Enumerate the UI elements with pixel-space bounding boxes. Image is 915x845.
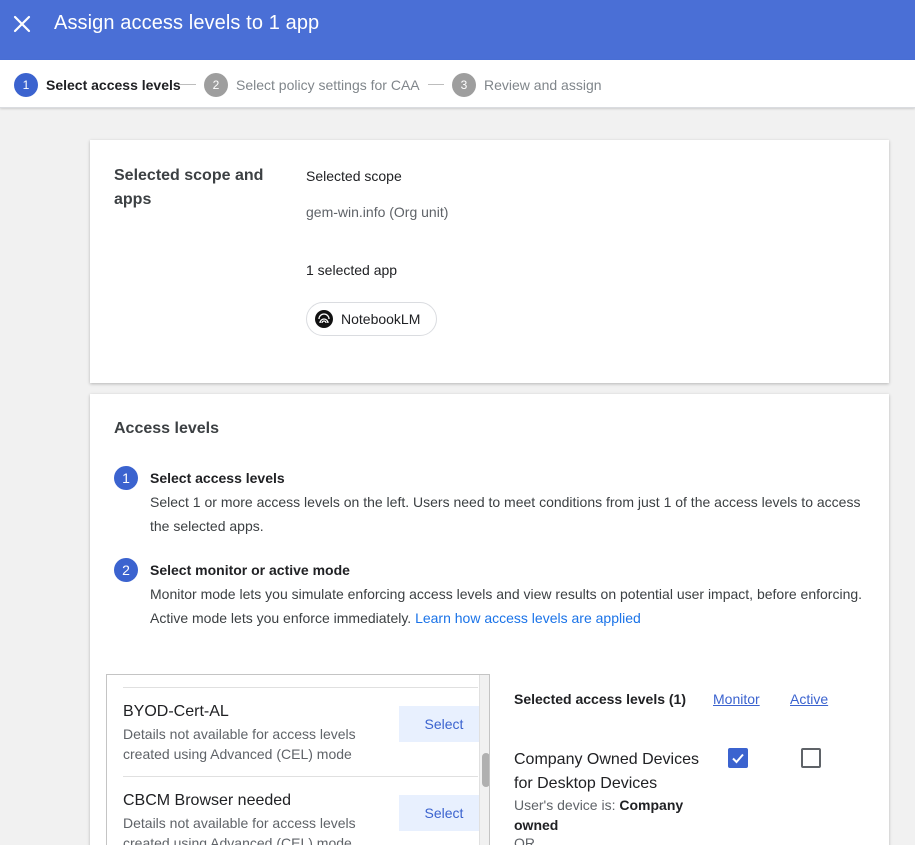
step-select-access-levels[interactable]: 1 Select access levels (14, 73, 181, 97)
selected-access-level-name: Company Owned Devices for Desktop Device… (514, 751, 699, 792)
notebooklm-icon (315, 310, 333, 328)
access-level-description: Details not available for access levels … (123, 726, 356, 762)
list-item: CBCM Browser needed Details not availabl… (123, 776, 489, 845)
instruction-number: 1 (114, 466, 138, 490)
step-select-policy-settings[interactable]: 2 Select policy settings for CAA (204, 73, 420, 97)
stepper: 1 Select access levels 2 Select policy s… (0, 60, 915, 108)
step-number: 3 (452, 73, 476, 97)
learn-more-link[interactable]: Learn how access levels are applied (415, 610, 641, 626)
monitor-column-link[interactable]: Monitor (713, 691, 760, 707)
selected-scope-value: gem-win.info (Org unit) (306, 204, 449, 220)
scrollbar-thumb[interactable] (482, 753, 489, 787)
list-scrollbar[interactable] (479, 675, 489, 845)
monitor-checkbox[interactable] (728, 748, 748, 768)
step-label: Select access levels (46, 77, 181, 93)
instruction-body: Monitor mode lets you simulate enforcing… (150, 582, 880, 630)
instruction-title: Select monitor or active mode (150, 562, 350, 578)
available-access-levels-list[interactable]: BYOD-Cert-AL Details not available for a… (106, 674, 490, 845)
access-level-description: Details not available for access levels … (123, 815, 356, 845)
selected-apps-label: 1 selected app (306, 262, 398, 278)
access-levels-card: Access levels 1 Select access levels Sel… (90, 394, 889, 845)
access-levels-title: Access levels (114, 420, 219, 437)
app-chip-notebooklm[interactable]: NotebookLM (306, 302, 438, 336)
dialog-header: Assign access levels to 1 app (0, 0, 915, 60)
dialog-title: Assign access levels to 1 app (54, 12, 320, 34)
instruction-title: Select access levels (150, 470, 285, 486)
step-label: Select policy settings for CAA (236, 77, 420, 93)
instruction-body: Select 1 or more access levels on the le… (150, 494, 861, 534)
step-divider (180, 84, 196, 85)
app-chip-label: NotebookLM (341, 311, 421, 327)
scope-heading: Selected scope and apps (114, 167, 264, 208)
condition-or-text: OR (514, 835, 535, 845)
step-review-and-assign[interactable]: 3 Review and assign (452, 73, 602, 97)
list-item: BYOD-Cert-AL Details not available for a… (123, 687, 489, 776)
condition-prefix: User's device is: (514, 797, 620, 813)
active-checkbox[interactable] (801, 748, 821, 768)
selected-access-levels-header: Selected access levels (1) (514, 691, 687, 707)
select-button[interactable]: Select (399, 795, 489, 831)
scope-card: Selected scope and apps Selected scope g… (90, 140, 889, 383)
step-number: 2 (204, 73, 228, 97)
close-icon[interactable] (12, 14, 32, 34)
step-number: 1 (14, 73, 38, 97)
selected-access-level-condition: User's device is: Company owned (514, 795, 704, 835)
instruction-number: 2 (114, 558, 138, 582)
step-divider (428, 84, 444, 85)
checkmark-icon (732, 753, 744, 764)
access-level-name: CBCM Browser needed (123, 792, 292, 809)
active-column-link[interactable]: Active (790, 691, 828, 707)
access-level-name: BYOD-Cert-AL (123, 703, 229, 720)
selected-scope-label: Selected scope (306, 168, 402, 184)
select-button[interactable]: Select (399, 706, 489, 742)
step-label: Review and assign (484, 77, 602, 93)
